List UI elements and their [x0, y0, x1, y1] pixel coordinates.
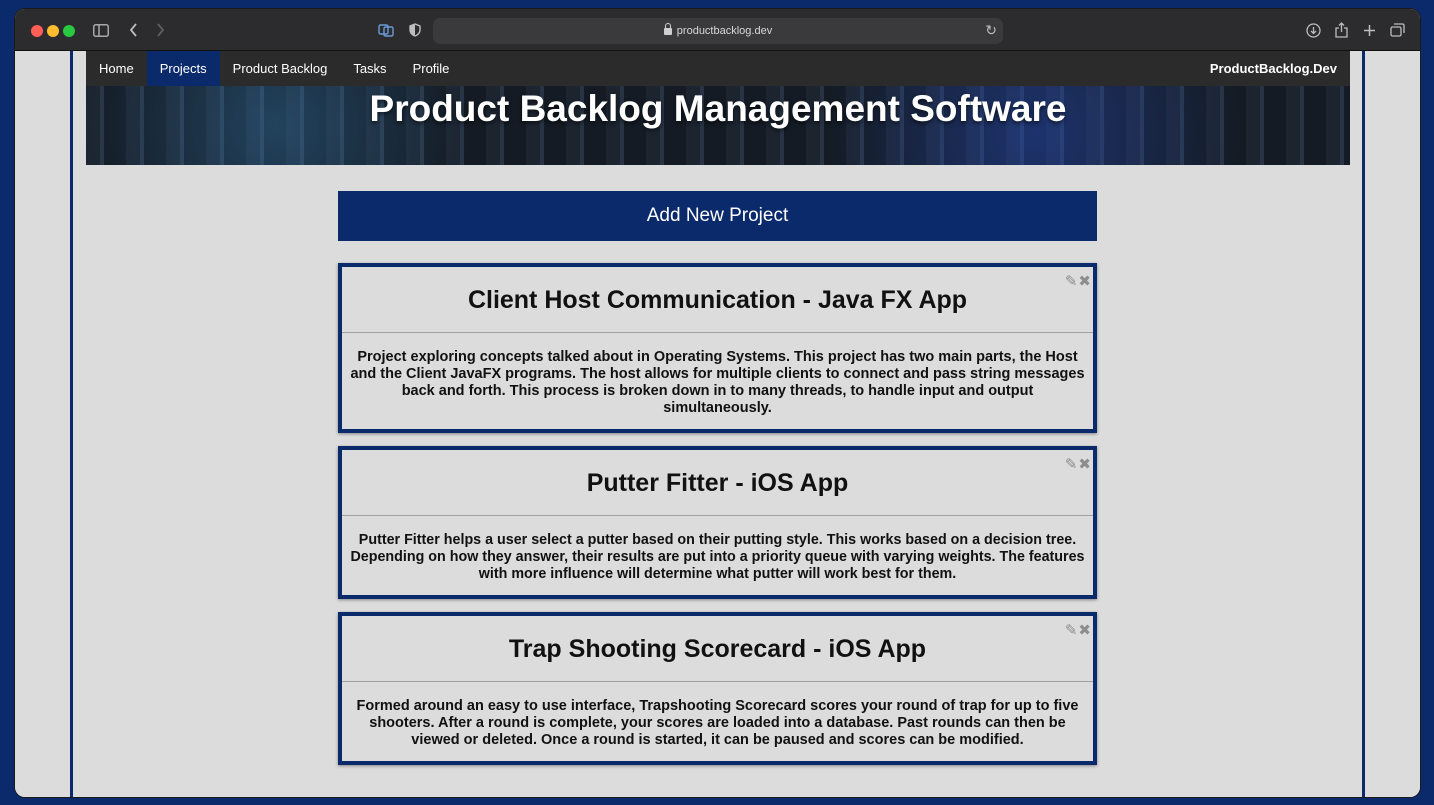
project-card: ✎ ✖ Trap Shooting Scorecard - iOS App Fo… — [338, 612, 1097, 765]
browser-toolbar: productbacklog.dev ↻ — [15, 9, 1420, 51]
nav-profile[interactable]: Profile — [400, 51, 463, 86]
lock-icon — [663, 22, 672, 36]
project-title: Trap Shooting Scorecard - iOS App — [508, 635, 927, 663]
project-description: Project exploring concepts talked about … — [350, 349, 1085, 416]
forward-icon[interactable] — [153, 19, 167, 41]
address-bar[interactable]: productbacklog.dev ↻ — [433, 18, 1003, 44]
project-card: ✎ ✖ Client Host Communication - Java FX … — [338, 263, 1097, 433]
close-icon[interactable]: ✖ — [1078, 621, 1091, 639]
new-tab-icon[interactable] — [1361, 19, 1377, 41]
pencil-icon[interactable]: ✎ — [1065, 621, 1078, 639]
project-title: Putter Fitter - iOS App — [586, 469, 849, 497]
nav-projects[interactable]: Projects — [146, 51, 220, 86]
hero-banner: Product Backlog Management Software — [86, 86, 1350, 165]
reload-icon[interactable]: ↻ — [985, 22, 997, 39]
zoom-window-button[interactable] — [63, 25, 75, 37]
page-content: Home Projects Product Backlog Tasks Prof… — [15, 51, 1420, 797]
back-icon[interactable] — [126, 19, 140, 41]
project-card: ✎ ✖ Putter Fitter - iOS App Putter Fitte… — [338, 446, 1097, 599]
tab-overview-icon[interactable] — [1388, 19, 1406, 41]
project-title: Client Host Communication - Java FX App — [467, 286, 968, 314]
card-actions: ✎ ✖ — [1065, 621, 1091, 639]
close-icon[interactable]: ✖ — [1078, 272, 1091, 290]
shield-icon[interactable] — [407, 19, 423, 41]
close-icon[interactable]: ✖ — [1078, 455, 1091, 473]
minimize-window-button[interactable] — [47, 25, 59, 37]
share-icon[interactable] — [1332, 19, 1350, 41]
url-text: productbacklog.dev — [676, 25, 773, 37]
right-border-line — [1362, 51, 1365, 797]
browser-window: productbacklog.dev ↻ Home Projects Produ… — [15, 9, 1420, 797]
card-actions: ✎ ✖ — [1065, 455, 1091, 473]
project-description: Formed around an easy to use interface, … — [356, 698, 1079, 748]
downloads-icon[interactable] — [1304, 19, 1322, 41]
top-navbar: Home Projects Product Backlog Tasks Prof… — [86, 51, 1350, 86]
pencil-icon[interactable]: ✎ — [1065, 272, 1078, 290]
pencil-icon[interactable]: ✎ — [1065, 455, 1078, 473]
add-new-project-button[interactable]: Add New Project — [338, 191, 1097, 241]
nav-tasks[interactable]: Tasks — [340, 51, 399, 86]
brand-link[interactable]: ProductBacklog.Dev — [1210, 51, 1337, 86]
left-border-line — [70, 51, 73, 797]
page-title: Product Backlog Management Software — [369, 88, 1067, 129]
sidebar-toggle-icon[interactable] — [92, 19, 110, 41]
nav-home[interactable]: Home — [86, 51, 147, 86]
card-actions: ✎ ✖ — [1065, 272, 1091, 290]
nav-product-backlog[interactable]: Product Backlog — [220, 51, 341, 86]
translate-extension-icon[interactable] — [377, 19, 395, 41]
close-window-button[interactable] — [31, 25, 43, 37]
project-description: Putter Fitter helps a user select a putt… — [350, 532, 1085, 582]
